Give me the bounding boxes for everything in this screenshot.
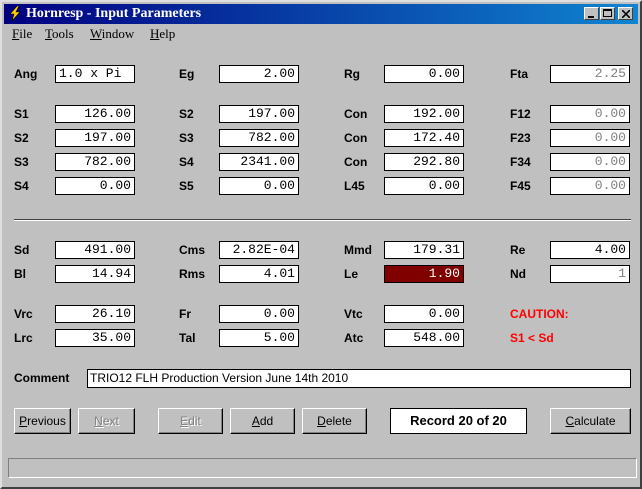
label-s1: S1 <box>14 107 29 121</box>
field-s1[interactable]: 126.00 <box>55 105 135 123</box>
label-rg: Rg <box>344 67 360 81</box>
field-rms[interactable]: 4.01 <box>219 265 299 283</box>
close-icon <box>622 10 630 18</box>
label-cms: Cms <box>179 243 206 257</box>
label-fr: Fr <box>179 307 191 321</box>
field-s2-upper[interactable]: 197.00 <box>219 105 299 123</box>
menu-tools[interactable]: Tools <box>45 26 74 42</box>
label-s4: S4 <box>14 179 29 193</box>
add-button[interactable]: Add <box>230 408 295 434</box>
field-fta: 2.25 <box>550 65 630 83</box>
field-eg[interactable]: 2.00 <box>219 65 299 83</box>
label-s4-upper: S4 <box>179 155 194 169</box>
label-s3-upper: S3 <box>179 131 194 145</box>
field-f45: 0.00 <box>550 177 630 195</box>
field-s2[interactable]: 197.00 <box>55 129 135 147</box>
label-vtc: Vtc <box>344 307 363 321</box>
calculate-button[interactable]: Calculate <box>550 408 631 434</box>
field-s4-upper[interactable]: 2341.00 <box>219 153 299 171</box>
field-vtc[interactable]: 0.00 <box>384 305 464 323</box>
field-sd[interactable]: 491.00 <box>55 241 135 259</box>
label-lrc: Lrc <box>14 331 33 345</box>
field-nd[interactable]: 1 <box>550 265 630 283</box>
caution-title: CAUTION: <box>510 307 569 321</box>
delete-button[interactable]: Delete <box>302 408 367 434</box>
field-vrc[interactable]: 26.10 <box>55 305 135 323</box>
field-f34: 0.00 <box>550 153 630 171</box>
minimize-button[interactable] <box>584 7 599 20</box>
label-atc: Atc <box>344 331 364 345</box>
comment-field[interactable]: TRIO12 FLH Production Version June 14th … <box>87 369 631 388</box>
label-fta: Fta <box>510 67 528 81</box>
field-s3-upper[interactable]: 782.00 <box>219 129 299 147</box>
status-bar <box>8 458 637 478</box>
menu-window[interactable]: Window <box>90 26 134 42</box>
field-cms[interactable]: 2.82E-04 <box>219 241 299 259</box>
lightning-icon <box>9 6 21 21</box>
next-button: Next <box>78 408 135 434</box>
label-f12: F12 <box>510 107 531 121</box>
field-mmd[interactable]: 179.31 <box>384 241 464 259</box>
field-l45[interactable]: 0.00 <box>384 177 464 195</box>
label-sd: Sd <box>14 243 30 257</box>
field-f23: 0.00 <box>550 129 630 147</box>
field-bl[interactable]: 14.94 <box>55 265 135 283</box>
menu-file[interactable]: File <box>12 26 32 42</box>
label-re: Re <box>510 243 526 257</box>
label-f34: F34 <box>510 155 531 169</box>
field-le[interactable]: 1.90 <box>384 265 464 283</box>
field-con-1[interactable]: 192.00 <box>384 105 464 123</box>
label-f45: F45 <box>510 179 531 193</box>
field-fr[interactable]: 0.00 <box>219 305 299 323</box>
label-rms: Rms <box>179 267 206 281</box>
label-con-2: Con <box>344 131 368 145</box>
field-re[interactable]: 4.00 <box>550 241 630 259</box>
label-s2: S2 <box>14 131 29 145</box>
record-indicator: Record 20 of 20 <box>390 408 527 434</box>
section-divider <box>14 219 631 221</box>
field-s4[interactable]: 0.00 <box>55 177 135 195</box>
label-bl: Bl <box>14 267 26 281</box>
label-con-3: Con <box>344 155 368 169</box>
field-con-3[interactable]: 292.80 <box>384 153 464 171</box>
menu-bar: File Tools Window Help <box>6 25 636 43</box>
maximize-button[interactable] <box>600 7 615 20</box>
label-s2-upper: S2 <box>179 107 194 121</box>
field-s3[interactable]: 782.00 <box>55 153 135 171</box>
menu-help[interactable]: Help <box>150 26 175 42</box>
label-l45: L45 <box>344 179 365 193</box>
label-nd: Nd <box>510 267 526 281</box>
label-eg: Eg <box>179 67 195 81</box>
window-title: Hornresp - Input Parameters <box>26 6 202 21</box>
field-s5[interactable]: 0.00 <box>219 177 299 195</box>
field-tal[interactable]: 5.00 <box>219 329 299 347</box>
minimize-icon <box>588 16 594 18</box>
field-lrc[interactable]: 35.00 <box>55 329 135 347</box>
field-f12: 0.00 <box>550 105 630 123</box>
label-s3: S3 <box>14 155 29 169</box>
label-tal: Tal <box>179 331 196 345</box>
field-con-2[interactable]: 172.40 <box>384 129 464 147</box>
caution-message: S1 < Sd <box>510 331 554 345</box>
previous-button[interactable]: Previous <box>14 408 71 434</box>
edit-button: Edit <box>158 408 223 434</box>
maximize-icon <box>603 9 612 17</box>
label-ang: Ang <box>14 67 38 81</box>
field-atc[interactable]: 548.00 <box>384 329 464 347</box>
label-con-1: Con <box>344 107 368 121</box>
field-ang[interactable]: 1.0 x Pi <box>55 65 135 83</box>
label-f23: F23 <box>510 131 531 145</box>
field-rg[interactable]: 0.00 <box>384 65 464 83</box>
app-window: Hornresp - Input Parameters File Tools W… <box>0 0 642 489</box>
label-mmd: Mmd <box>344 243 372 257</box>
label-s5: S5 <box>179 179 194 193</box>
title-bar[interactable]: Hornresp - Input Parameters <box>4 4 638 24</box>
label-le: Le <box>344 267 359 281</box>
label-comment: Comment <box>14 371 70 385</box>
close-button[interactable] <box>618 7 633 20</box>
label-vrc: Vrc <box>14 307 33 321</box>
